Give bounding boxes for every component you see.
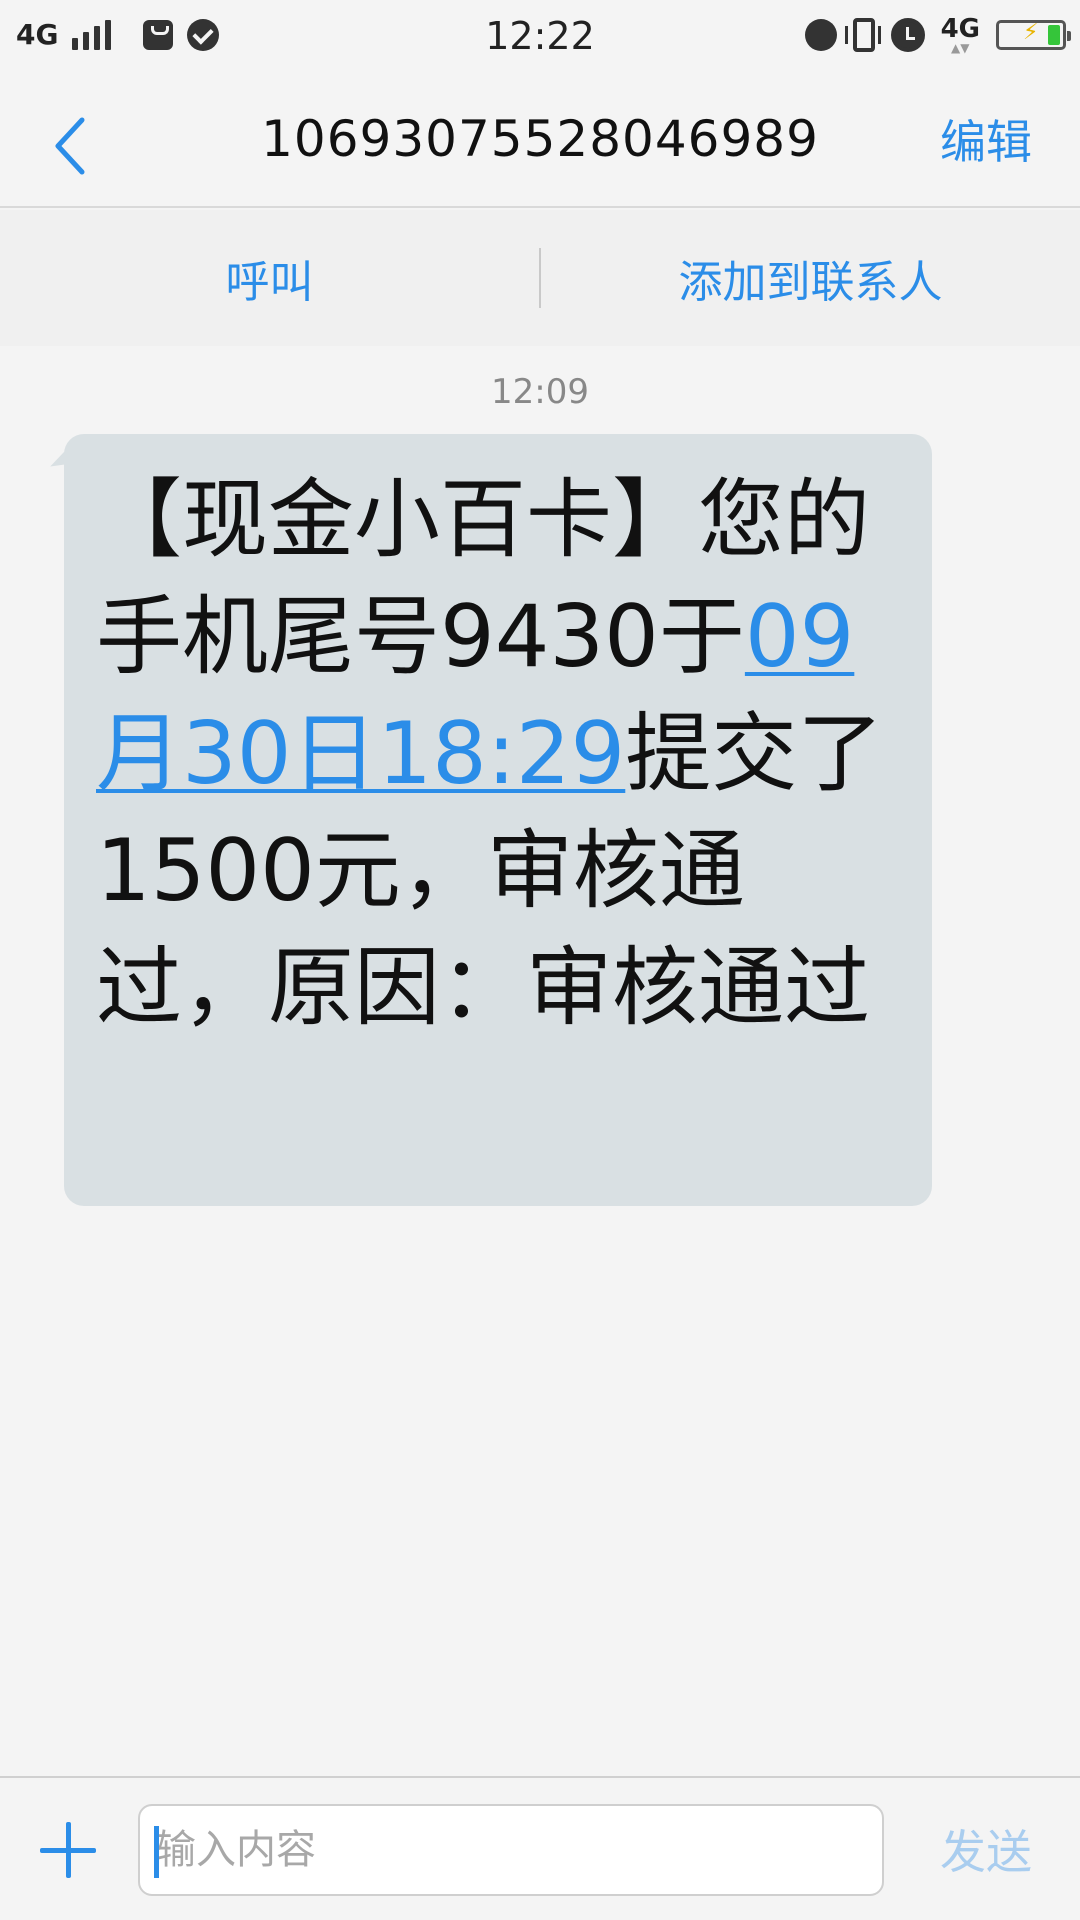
- vibrate-icon: [844, 18, 881, 52]
- composer-bar: 发送: [0, 1776, 1080, 1920]
- add-attachment-button[interactable]: [40, 1822, 96, 1878]
- network-type-right: 4G ▲▼: [941, 16, 980, 54]
- message-bubble[interactable]: 【现金小百卡】您的手机尾号9430于09月30日18:29提交了1500元，审核…: [64, 434, 932, 1206]
- action-bar: 呼叫 添加到联系人: [0, 210, 1080, 346]
- edit-button[interactable]: 编辑: [940, 106, 1032, 172]
- hotspot-icon: [804, 19, 837, 51]
- battery-icon: ⚡: [996, 20, 1071, 50]
- message-text: 【现金小百卡】您的手机尾号9430于09月30日18:29提交了1500元，审核…: [96, 462, 902, 1047]
- add-contact-button[interactable]: 添加到联系人: [541, 246, 1080, 310]
- status-bar: 4G 12:22 4G ▲▼ ⚡: [0, 0, 1080, 76]
- status-right: 4G ▲▼ ⚡: [804, 16, 1071, 54]
- title-bar: 10693075528046989 编辑: [0, 76, 1080, 208]
- network-type-right-label: 4G: [940, 14, 980, 44]
- alarm-icon: [890, 18, 925, 52]
- conversation-title: 10693075528046989: [261, 110, 819, 168]
- send-button[interactable]: 发送: [940, 1816, 1032, 1882]
- message-input[interactable]: [138, 1804, 884, 1896]
- text-caret: [154, 1826, 159, 1878]
- battery-level: [1048, 25, 1060, 45]
- charging-icon: ⚡: [1023, 20, 1039, 45]
- call-button[interactable]: 呼叫: [0, 246, 539, 310]
- message-timestamp: 12:09: [491, 372, 589, 412]
